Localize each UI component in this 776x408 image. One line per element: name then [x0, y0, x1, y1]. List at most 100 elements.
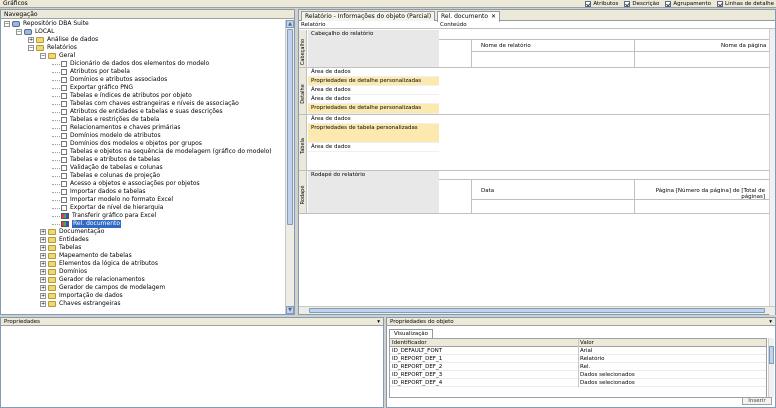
report-field[interactable]: Área de dados	[308, 95, 439, 104]
tree-node[interactable]: Domínios e atributos associados	[52, 76, 167, 84]
tree-node[interactable]: + Chaves estrangeiras	[40, 300, 121, 308]
scrollbar-thumb[interactable]	[769, 346, 774, 364]
expand-icon[interactable]: +	[40, 253, 46, 259]
report-field[interactable]: Área de dados	[308, 68, 439, 77]
table-row[interactable]: ID_REPORT_DEF_1 Relatório	[390, 355, 766, 363]
tree-node[interactable]: + Gerador de campos de modelagem	[40, 284, 165, 292]
tab-object-information[interactable]: Relatório - Informações do objeto (Parci…	[301, 11, 436, 21]
tree-node[interactable]: Dicionário de dados dos elementos do mod…	[52, 60, 209, 68]
tree-node[interactable]: + Gerador de relacionamentos	[40, 276, 145, 284]
report-field[interactable]: Área de dados	[308, 143, 439, 152]
tree-node[interactable]: Acesso a objetos e associações por objet…	[52, 180, 200, 188]
tree-node[interactable]: Importar dados e tabelas	[52, 188, 146, 196]
tree-node[interactable]: − Geral	[40, 52, 75, 60]
collapse-icon[interactable]: −	[40, 53, 46, 59]
tree-node[interactable]: Transferir gráfico para Excel	[52, 212, 156, 220]
tree-node-label: Acesso a objetos e associações por objet…	[70, 180, 200, 187]
checkbox[interactable]	[717, 1, 724, 7]
view-option[interactable]: Descrição	[624, 0, 659, 8]
insert-button[interactable]: Inserir	[742, 397, 772, 405]
tab-view[interactable]: Visualização	[389, 329, 433, 338]
expand-icon[interactable]: +	[40, 261, 46, 267]
band-table[interactable]: Tabela	[299, 115, 307, 170]
view-option[interactable]: Atributos	[585, 0, 618, 8]
band-header[interactable]: Cabeçalho	[299, 30, 307, 67]
editor-vertical-scrollbar[interactable]	[769, 29, 775, 315]
editor-horizontal-scrollbar[interactable]	[299, 306, 775, 314]
navigation-scrollbar[interactable]: ▲ ▼	[285, 20, 294, 314]
expand-icon[interactable]: +	[40, 285, 46, 291]
tree-node[interactable]: Validação de tabelas e colunas	[52, 164, 163, 172]
tree-node[interactable]: Tabelas e índices de atributos por objet…	[52, 92, 192, 100]
tree-node[interactable]: + Mapeamento de tabelas	[40, 252, 132, 260]
expand-icon[interactable]: +	[40, 237, 46, 243]
scrollbar-thumb[interactable]	[287, 29, 293, 225]
expand-icon[interactable]: +	[40, 245, 46, 251]
property-value[interactable]: Rel.	[580, 363, 590, 371]
expand-icon[interactable]: +	[28, 37, 34, 43]
tree-node[interactable]: Exportar de nível de hierarquia	[52, 204, 163, 212]
property-value[interactable]: Dados selecionados	[580, 371, 635, 379]
property-value[interactable]: Arial	[580, 347, 592, 355]
tree-node[interactable]: + Documentação	[40, 228, 104, 236]
tree-node[interactable]: Importar modelo no formato Excel	[52, 196, 173, 204]
tree-node[interactable]: Domínios modelo de atributos	[52, 132, 161, 140]
properties-scrollbar[interactable]	[768, 338, 774, 398]
collapse-icon[interactable]: −	[4, 21, 10, 27]
view-option[interactable]: Agrupamento	[665, 0, 711, 8]
tree-node[interactable]: + Domínios	[40, 268, 87, 276]
expand-icon[interactable]: +	[40, 269, 46, 275]
report-field[interactable]: Área de dados	[308, 86, 439, 95]
close-icon[interactable]: ✕	[491, 13, 496, 20]
tree-node[interactable]: Domínios dos modelos e objetos por grupo…	[52, 140, 202, 148]
report-field[interactable]: Propriedades de tabela personalizadas	[308, 124, 439, 143]
expand-icon[interactable]: +	[40, 293, 46, 299]
table-row[interactable]: ID_REPORT_DEF_2 Rel.	[390, 363, 766, 371]
tree-node[interactable]: Tabelas e atributos de tabelas	[52, 156, 160, 164]
checkbox[interactable]	[585, 1, 592, 7]
tree-node[interactable]: − LOCAL	[16, 28, 55, 36]
tree-node[interactable]: Atributos por tabela	[52, 68, 130, 76]
table-row[interactable]: ID_REPORT_DEF_3 Dados selecionados	[390, 371, 766, 379]
report-field[interactable]: Propriedades de detalhe personalizadas	[308, 77, 439, 86]
tree-node[interactable]: Exportar gráfico PNG	[52, 84, 133, 92]
expand-icon[interactable]: +	[40, 301, 46, 307]
tree-node[interactable]: − Relatórios	[28, 44, 77, 52]
tree-node[interactable]: + Análise de dados	[28, 36, 98, 44]
tree-node[interactable]: + Elementos da lógica de atributos	[40, 260, 158, 268]
scroll-up-icon[interactable]: ▲	[286, 20, 294, 28]
tree-node[interactable]: Tabelas e objetos na sequência de modela…	[52, 148, 272, 156]
expand-icon[interactable]: +	[40, 277, 46, 283]
tree-node[interactable]: Tabelas e colunas de projeção	[52, 172, 160, 180]
expand-icon[interactable]: +	[40, 229, 46, 235]
tree-node[interactable]: Relacionamentos e chaves primárias	[52, 124, 181, 132]
collapse-icon[interactable]: −	[28, 45, 34, 51]
table-row[interactable]: ID_DEFAULT_FONT Arial	[390, 347, 766, 355]
band-detail[interactable]: Detalhe	[299, 68, 307, 114]
tree-node[interactable]: Rel. documento	[52, 220, 122, 228]
collapse-icon[interactable]: −	[16, 29, 22, 35]
pin-icon[interactable]: ▾	[377, 318, 380, 326]
column-separator[interactable]	[578, 339, 579, 347]
scrollbar-thumb[interactable]	[309, 308, 765, 313]
checkbox[interactable]	[624, 1, 631, 7]
checkbox[interactable]	[665, 1, 672, 7]
table-row[interactable]: ID_REPORT_DEF_4 Dados selecionados	[390, 379, 766, 387]
tree-node[interactable]: Tabelas e restrições de tabela	[52, 116, 159, 124]
property-value[interactable]: Relatório	[580, 355, 605, 363]
property-value[interactable]: Dados selecionados	[580, 379, 635, 387]
scroll-down-icon[interactable]: ▼	[286, 306, 294, 314]
folder-icon	[48, 253, 56, 259]
view-option[interactable]: Linhas de detalhe	[717, 0, 774, 8]
tree-node[interactable]: + Importação de dados	[40, 292, 123, 300]
band-footer[interactable]: Rodapé	[299, 171, 307, 213]
tree-node[interactable]: Tabelas com chaves estrangeiras e níveis…	[52, 100, 239, 108]
pin-icon[interactable]: ▾	[769, 318, 772, 326]
report-field[interactable]: Propriedades de detalhe personalizadas	[308, 104, 439, 114]
tree-node[interactable]: Atributos de entidades e tabelas e suas …	[52, 108, 223, 116]
report-field[interactable]: Área de dados	[308, 115, 439, 124]
tree-node[interactable]: + Entidades	[40, 236, 89, 244]
tree-connector	[52, 175, 60, 177]
tree-node[interactable]: + Tabelas	[40, 244, 81, 252]
tree-node[interactable]: − Repositório DBA Suite	[4, 20, 89, 28]
